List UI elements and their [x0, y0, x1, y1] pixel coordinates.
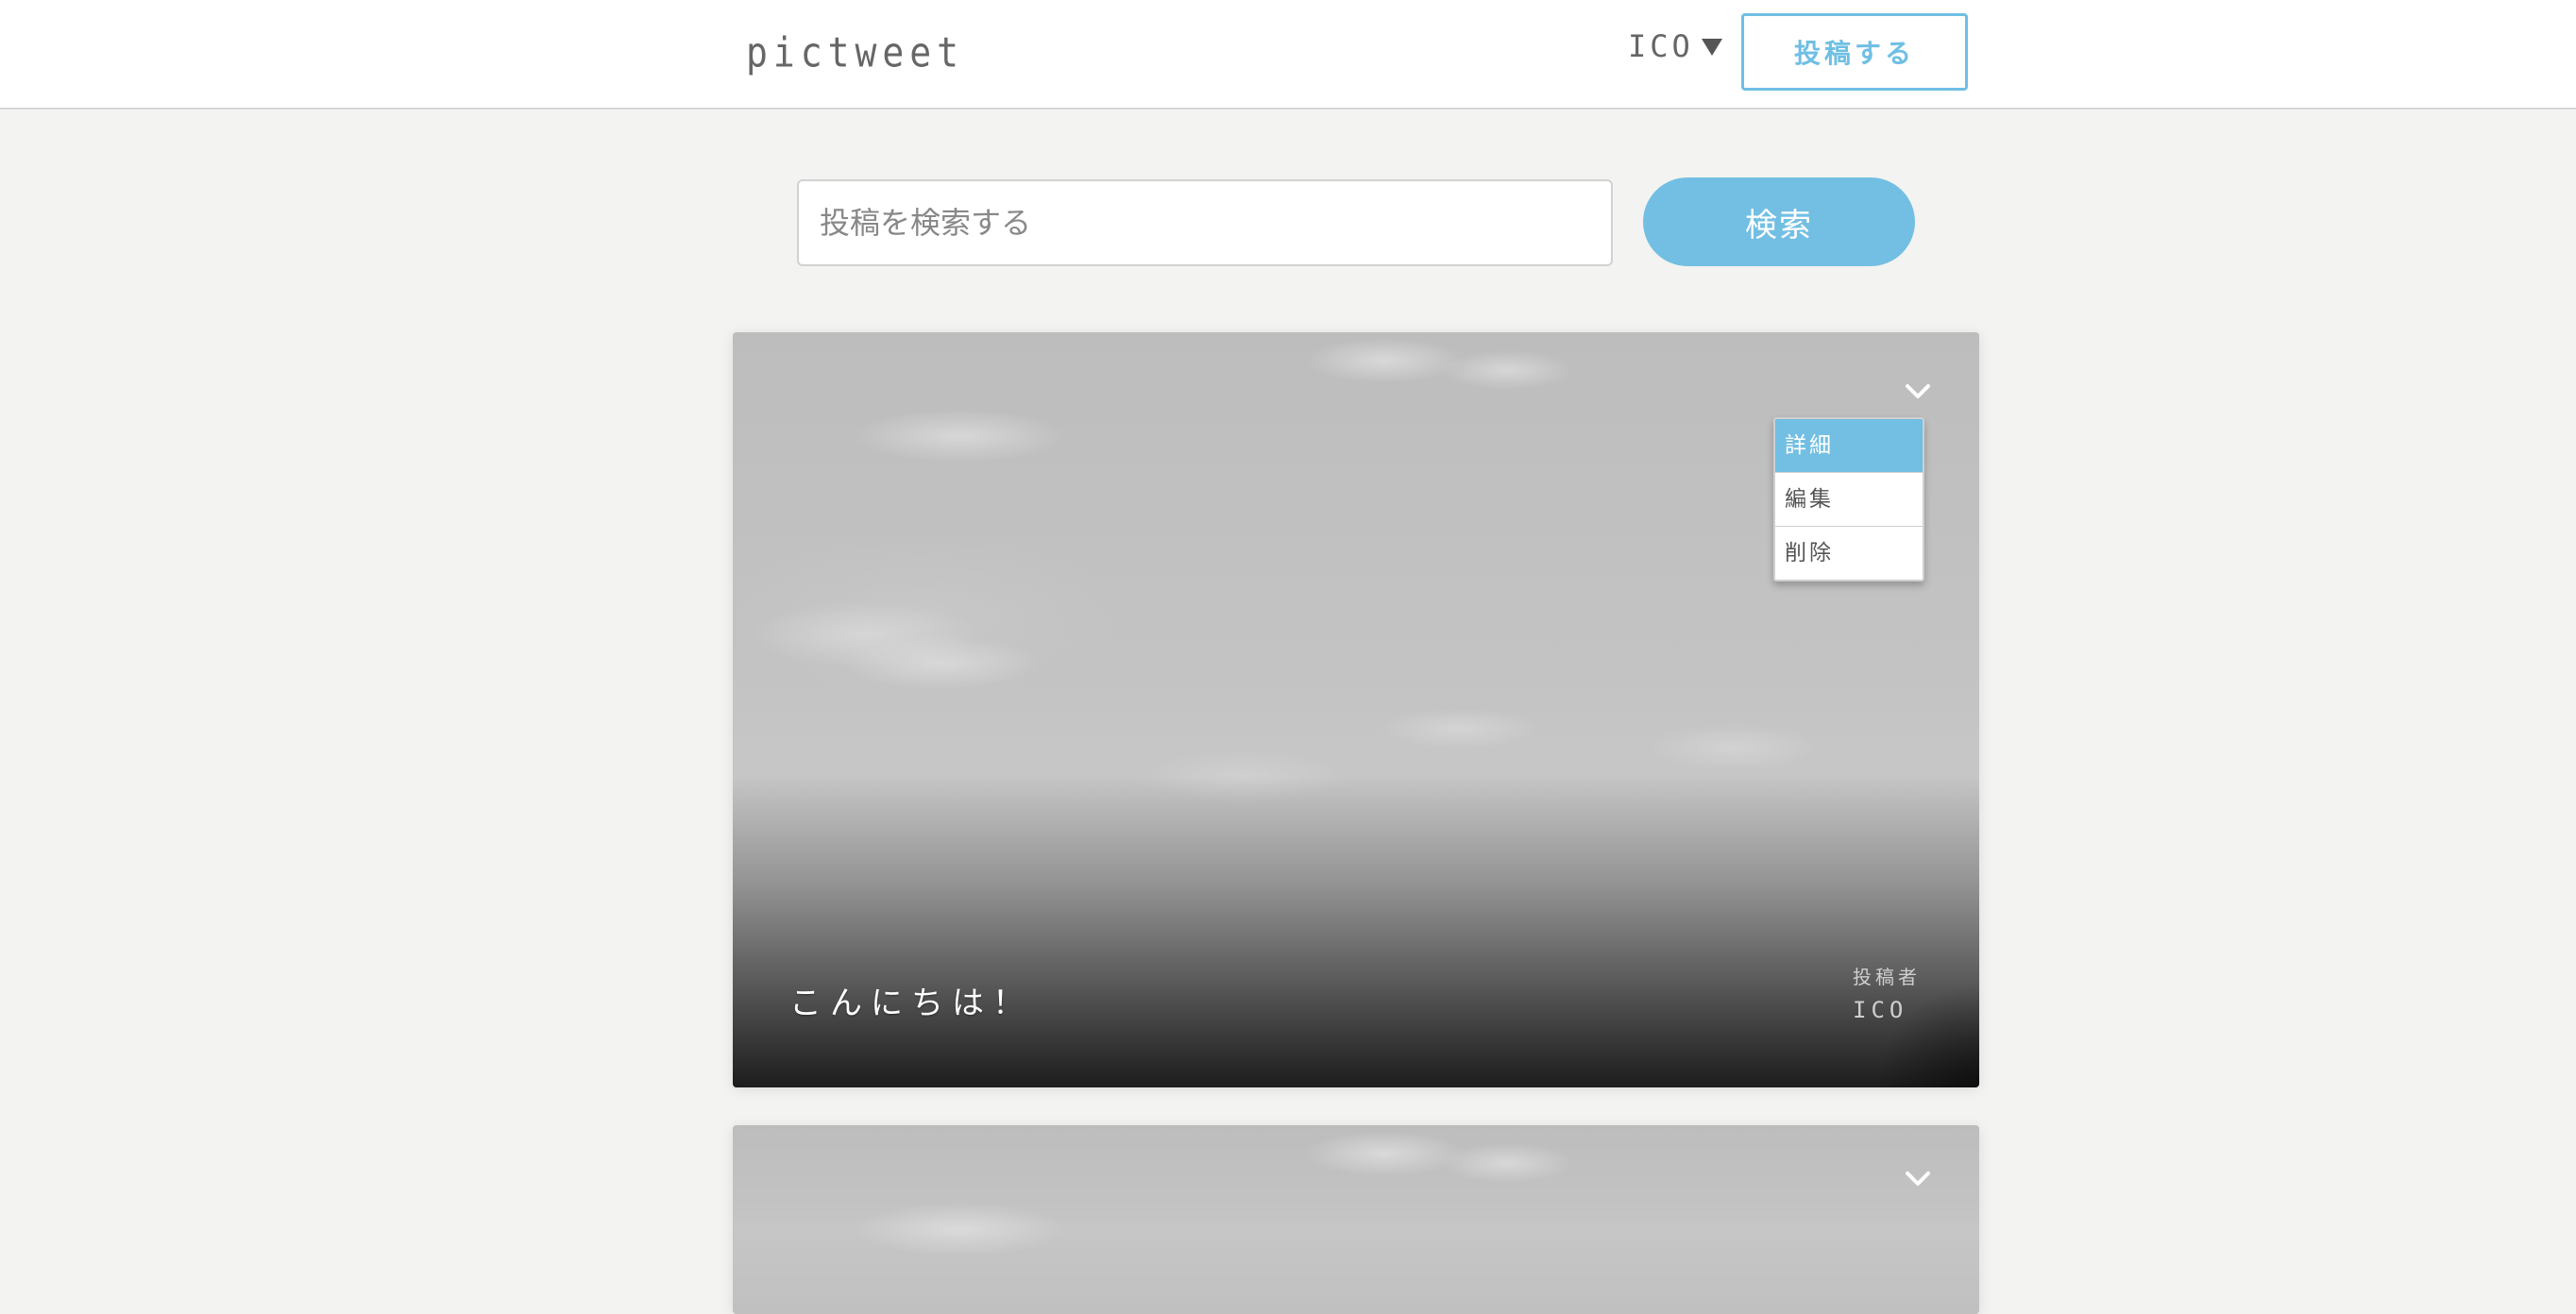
- post-card: [733, 1125, 1979, 1314]
- user-name: ICO: [1628, 28, 1694, 64]
- image-overlay: [733, 776, 1979, 1087]
- menu-item-edit[interactable]: 編集: [1775, 473, 1923, 527]
- caret-down-icon: [1701, 39, 1722, 56]
- post-text: こんにちは！: [789, 985, 1033, 1022]
- menu-item-detail[interactable]: 詳細: [1775, 419, 1923, 473]
- author-label: 投稿者: [1853, 966, 1921, 988]
- search-input[interactable]: [797, 179, 1613, 266]
- site-logo[interactable]: pictweet: [746, 28, 964, 76]
- new-post-button[interactable]: 投稿する: [1741, 13, 1968, 91]
- site-header: pictweet ICO 投稿する: [0, 0, 2576, 110]
- post-card: 詳細 編集 削除 こんにちは！ 投稿者 ICO: [733, 332, 1979, 1087]
- chevron-down-icon[interactable]: [1902, 1163, 1934, 1195]
- post-image: [733, 1125, 1979, 1314]
- menu-item-delete[interactable]: 削除: [1775, 527, 1923, 580]
- user-menu[interactable]: ICO: [1628, 28, 1722, 64]
- chevron-down-icon[interactable]: [1902, 376, 1934, 408]
- author-name[interactable]: ICO: [1853, 997, 1907, 1023]
- post-actions-menu: 詳細 編集 削除: [1773, 417, 1924, 581]
- search-button[interactable]: 検索: [1643, 177, 1915, 266]
